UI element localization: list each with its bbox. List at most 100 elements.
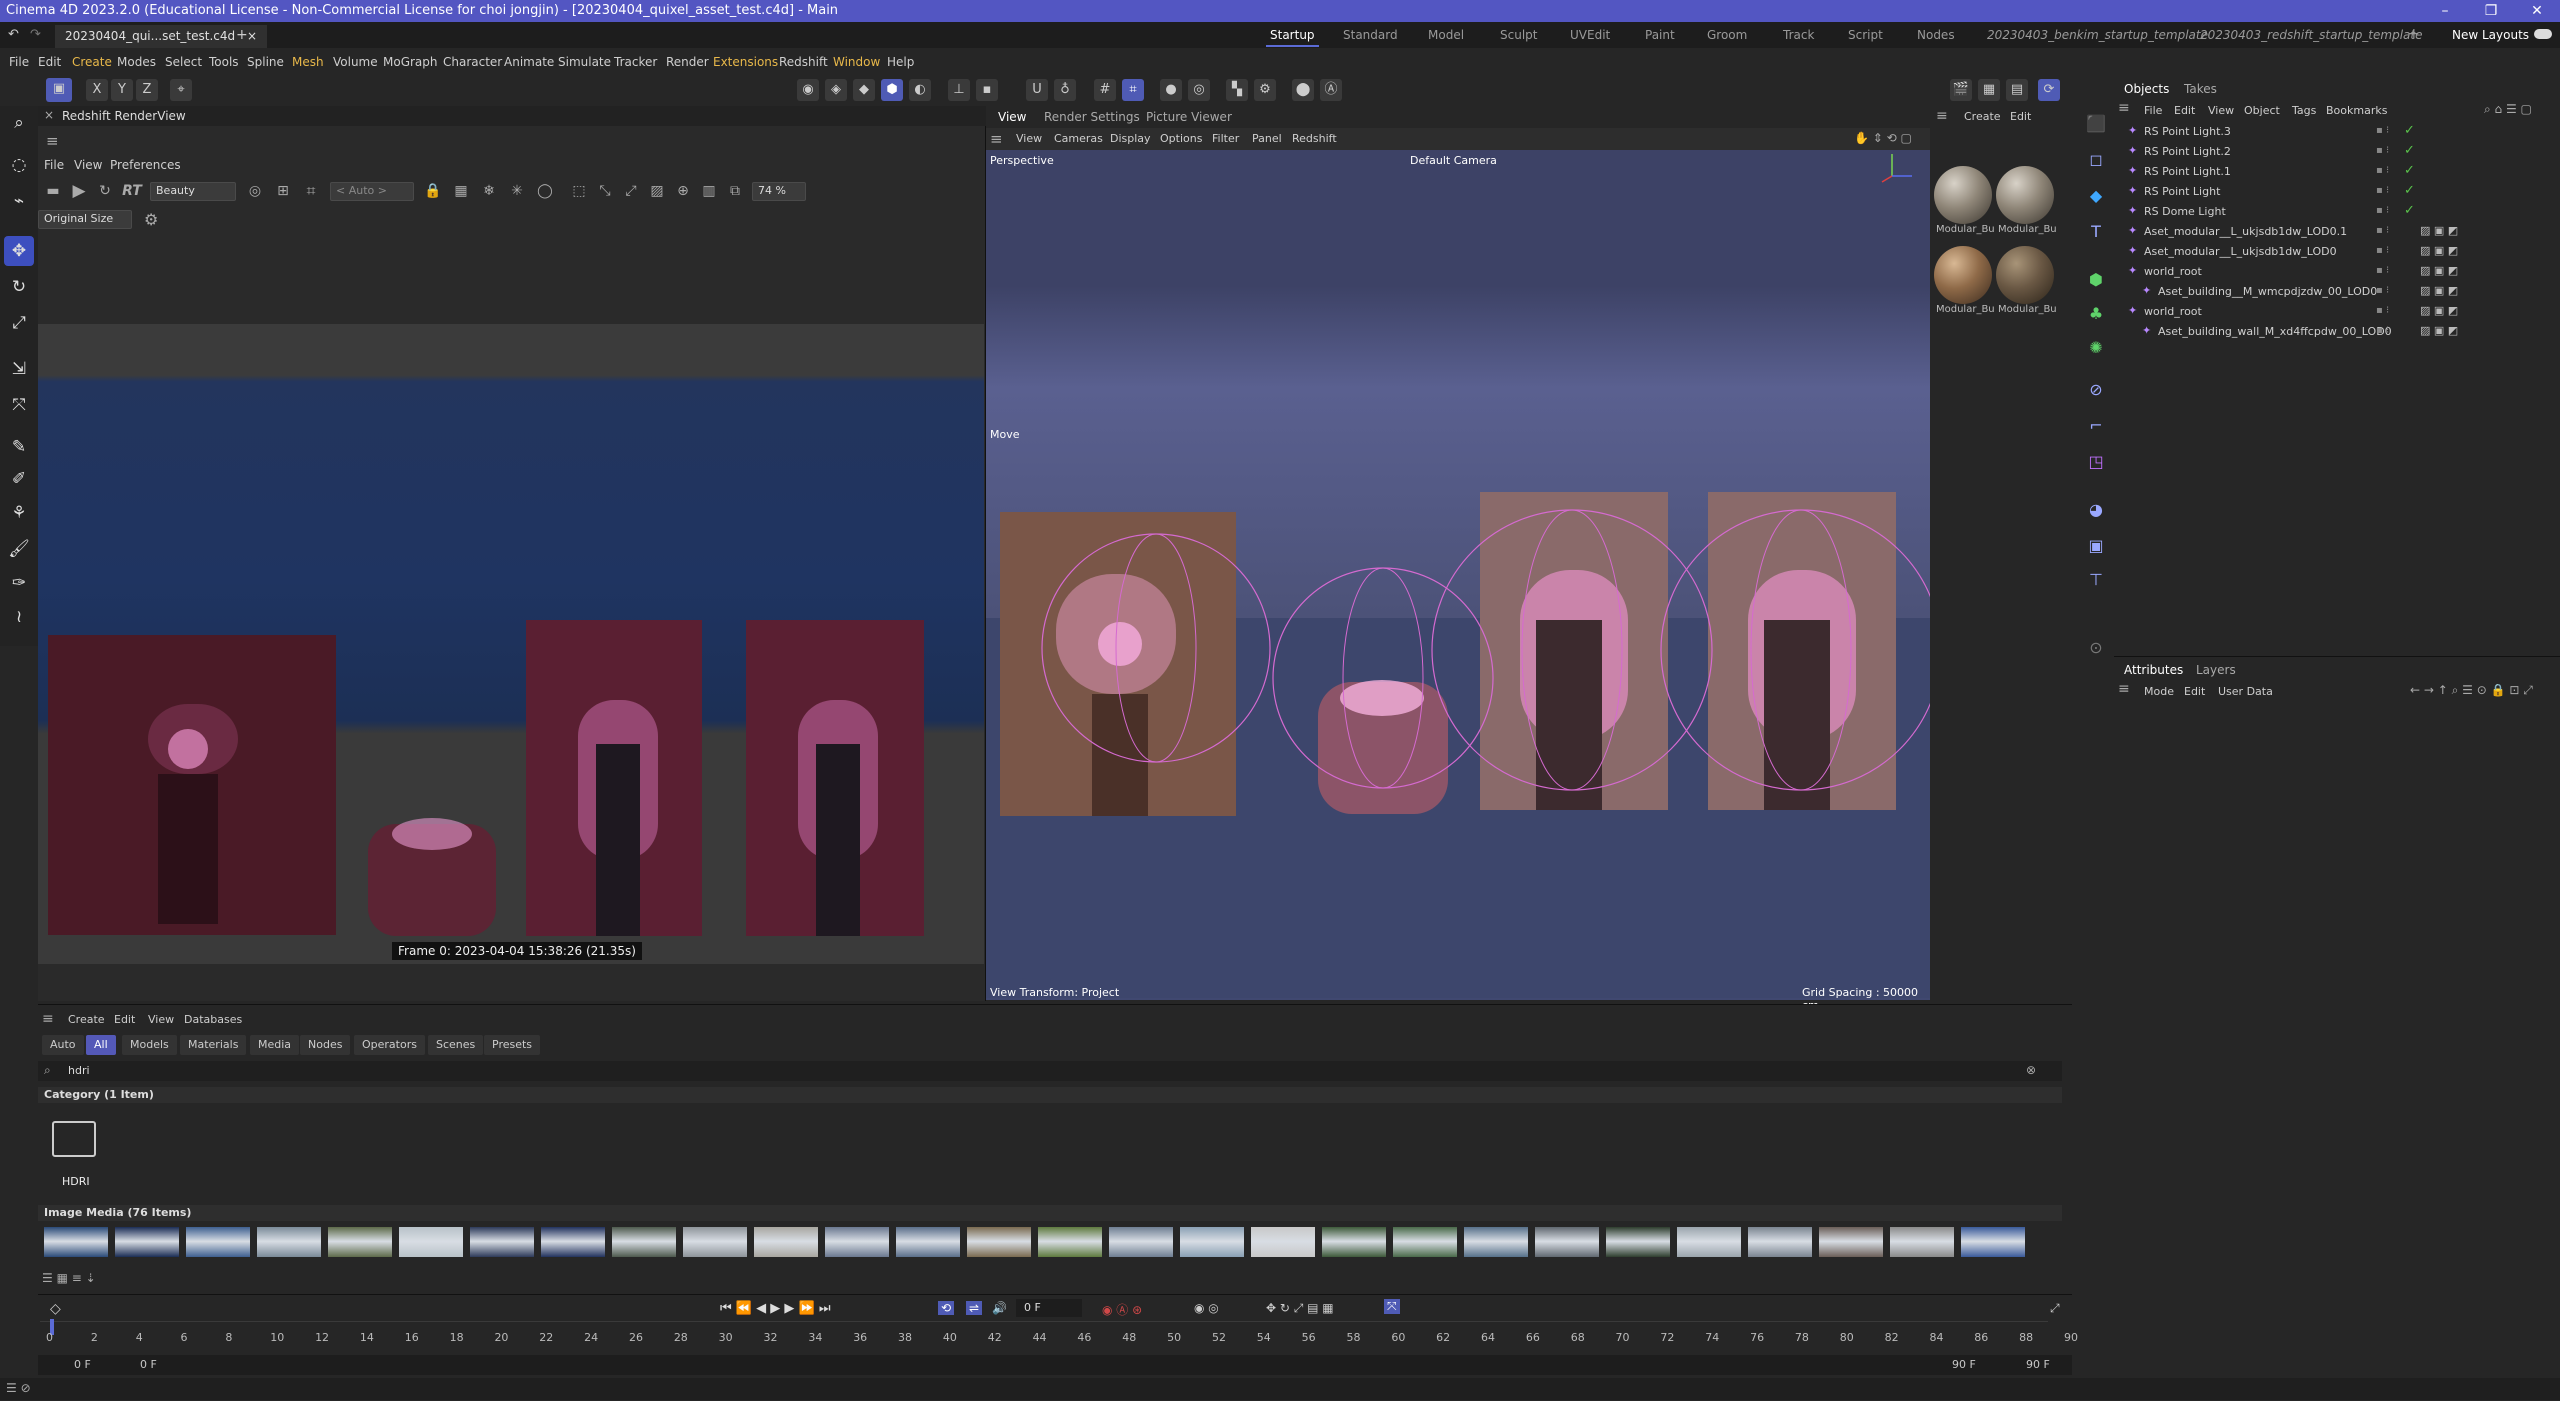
menu-extensions[interactable]: Extensions	[713, 55, 778, 69]
current-frame-field[interactable]: 0 F	[1016, 1299, 1082, 1317]
asset-menu-databases[interactable]: Databases	[184, 1013, 242, 1026]
visibility-dots-icon[interactable]: ▪ ⁝	[2376, 185, 2389, 196]
axis-x-button[interactable]: X	[86, 79, 108, 101]
clear-search-icon[interactable]: ⊗	[2026, 1063, 2036, 1077]
rt-toggle[interactable]: RT	[118, 180, 146, 202]
visibility-dots-icon[interactable]: ▪ ⁝	[2376, 205, 2389, 216]
hdri-thumbnail[interactable]	[399, 1227, 463, 1257]
render-play-icon[interactable]: ▶	[68, 180, 90, 202]
layout-nodes[interactable]: Nodes	[1917, 28, 1955, 42]
menu-tracker[interactable]: Tracker	[614, 55, 657, 69]
hdri-thumbnail[interactable]	[1464, 1227, 1528, 1257]
tab-objects[interactable]: Objects	[2124, 82, 2169, 96]
material-swatch[interactable]	[1934, 166, 1992, 224]
hamburger-menu-icon[interactable]: ≡	[46, 132, 59, 150]
hdri-thumbnail[interactable]	[186, 1227, 250, 1257]
redshift-render-icon[interactable]: ⬤	[1292, 79, 1314, 101]
object-row[interactable]: ✦ Aset_building__M_wmcpdjzdw_00_LOD0 ▪ ⁝ ▨ …	[2114, 282, 2560, 302]
hdri-thumbnail[interactable]	[1819, 1227, 1883, 1257]
range-end-left[interactable]: 90 F	[1952, 1358, 1976, 1371]
redshift-ipr-icon[interactable]: Ⓐ	[1320, 79, 1342, 101]
tag-icons[interactable]: ▨ ▣ ◩	[2420, 224, 2458, 237]
visibility-dots-icon[interactable]: ▪ ⁝	[2376, 145, 2389, 156]
new-layouts-button[interactable]: New Layouts	[2452, 28, 2529, 42]
object-row[interactable]: ✦ RS Point Light ▪ ⁝ ✓	[2114, 182, 2560, 202]
object-row[interactable]: ✦ Aset_modular__L_ukjsdb1dw_LOD0.1 ▪ ⁝ ▨ ▣ …	[2114, 222, 2560, 242]
solo-icon[interactable]: ▪	[976, 79, 998, 101]
obj-menu-tags[interactable]: Tags	[2292, 104, 2316, 117]
circle-icon[interactable]: ◯	[534, 180, 556, 202]
new-tab-icon[interactable]: +	[236, 27, 248, 43]
grid-overlay-icon[interactable]: ▦	[450, 180, 472, 202]
hdri-thumbnail[interactable]	[896, 1227, 960, 1257]
tab-takes[interactable]: Takes	[2184, 82, 2217, 96]
filter-all[interactable]: All	[86, 1035, 116, 1055]
maximize-button[interactable]: ❐	[2468, 0, 2514, 22]
record-icons[interactable]: ◉ Ⓐ ⊛	[1102, 1301, 1142, 1318]
menu-animate[interactable]: Animate	[504, 55, 554, 69]
copy-icon[interactable]: ⧉	[724, 180, 746, 202]
undo-icon[interactable]: ↶	[8, 27, 19, 42]
bucket-grid-icon[interactable]: ⊞	[272, 180, 294, 202]
layout-uvedit[interactable]: UVEdit	[1570, 28, 1610, 42]
axis-z-button[interactable]: Z	[136, 79, 158, 101]
knife-icon[interactable]: ✑	[4, 568, 34, 598]
viewport-nav-icons[interactable]: ✋ ⇕ ⟲ ▢	[1854, 131, 1912, 145]
snapshot-icon[interactable]: ▬	[42, 180, 64, 202]
menu-redshift[interactable]: Redshift	[779, 55, 828, 69]
media-header[interactable]: Image Media (76 Items)	[38, 1205, 2062, 1221]
polygons-mode-icon[interactable]: ◆	[853, 79, 875, 101]
generator-icon[interactable]: ⬢	[2082, 266, 2110, 294]
filter-media[interactable]: Media	[250, 1035, 300, 1055]
menu-mesh[interactable]: Mesh	[292, 55, 324, 69]
spline-primitive-icon[interactable]: ⌐	[2082, 412, 2110, 440]
cube-icon[interactable]: ⬛	[2082, 110, 2110, 138]
refresh-icon[interactable]: ↻	[94, 180, 116, 202]
deformer-icon[interactable]: ✺	[2082, 334, 2110, 362]
aov-dropdown[interactable]: Beauty	[150, 182, 236, 201]
material-swatch[interactable]	[1996, 246, 2054, 304]
expand-icon[interactable]: ⤡	[594, 180, 616, 202]
crop-icon[interactable]: ⌗	[300, 180, 322, 202]
tag-icons[interactable]: ▨ ▣ ◩	[2420, 284, 2458, 297]
vp-menu-cameras[interactable]: Cameras	[1054, 132, 1103, 145]
nurbs-icon[interactable]: ◳	[2082, 448, 2110, 476]
coordinate-system-icon[interactable]: ⌖	[170, 79, 192, 101]
object-row[interactable]: ✦ world_root ▪ ⁝ ▨ ▣ ◩	[2114, 262, 2560, 282]
visibility-dots-icon[interactable]: ▪ ⁝	[2376, 165, 2389, 176]
hdri-thumbnail[interactable]	[754, 1227, 818, 1257]
hdri-thumbnail[interactable]	[541, 1227, 605, 1257]
view-mode-icons[interactable]: ☰ ▦ ≡ ⇣	[42, 1271, 96, 1285]
spline-pen-icon[interactable]: ✎	[4, 432, 34, 462]
rv-menu-file[interactable]: File	[44, 158, 64, 172]
close-tab-icon[interactable]: ×	[247, 29, 257, 43]
obj-menu-edit[interactable]: Edit	[2174, 104, 2195, 117]
hdri-thumbnail[interactable]	[328, 1227, 392, 1257]
layout-redshift-template[interactable]: 20230403_redshift_startup_template	[2200, 28, 2422, 42]
status-icons[interactable]: ☰ ⊘	[6, 1381, 31, 1395]
lock-icon[interactable]: ♁	[1054, 79, 1076, 101]
snap-icon[interactable]: ⌗	[1122, 79, 1144, 101]
hdri-thumbnail[interactable]	[1606, 1227, 1670, 1257]
spline-smooth-icon[interactable]: ⚘	[4, 498, 34, 528]
hdri-thumbnail[interactable]	[1038, 1227, 1102, 1257]
hdri-thumbnail[interactable]	[1251, 1227, 1315, 1257]
key-mode-icons[interactable]: ◉ ◎	[1194, 1301, 1219, 1315]
hdri-thumbnail[interactable]	[1961, 1227, 2025, 1257]
vp-menu-panel[interactable]: Panel	[1252, 132, 1282, 145]
visibility-dots-icon[interactable]: ▪ ⁝	[2376, 265, 2389, 276]
rv-menu-preferences[interactable]: Preferences	[110, 158, 181, 172]
render-active-icon[interactable]: ◎	[1188, 79, 1210, 101]
layout-groom[interactable]: Groom	[1707, 28, 1747, 42]
text-icon[interactable]: T	[2082, 218, 2110, 246]
zoom-dropdown[interactable]: 74 %	[752, 182, 806, 201]
camera-dropdown[interactable]: < Auto >	[330, 182, 414, 201]
layout-toggle[interactable]	[2534, 29, 2552, 39]
range-start-right[interactable]: 0 F	[140, 1358, 157, 1371]
light-icon[interactable]: ◕	[2082, 496, 2110, 524]
timeline-ruler[interactable]	[40, 1321, 2048, 1322]
tag-icons[interactable]: ▨ ▣ ◩	[2420, 264, 2458, 277]
hdri-thumbnail[interactable]	[1322, 1227, 1386, 1257]
layout-startup[interactable]: Startup	[1266, 28, 1319, 47]
hdri-folder-icon[interactable]	[52, 1121, 96, 1157]
